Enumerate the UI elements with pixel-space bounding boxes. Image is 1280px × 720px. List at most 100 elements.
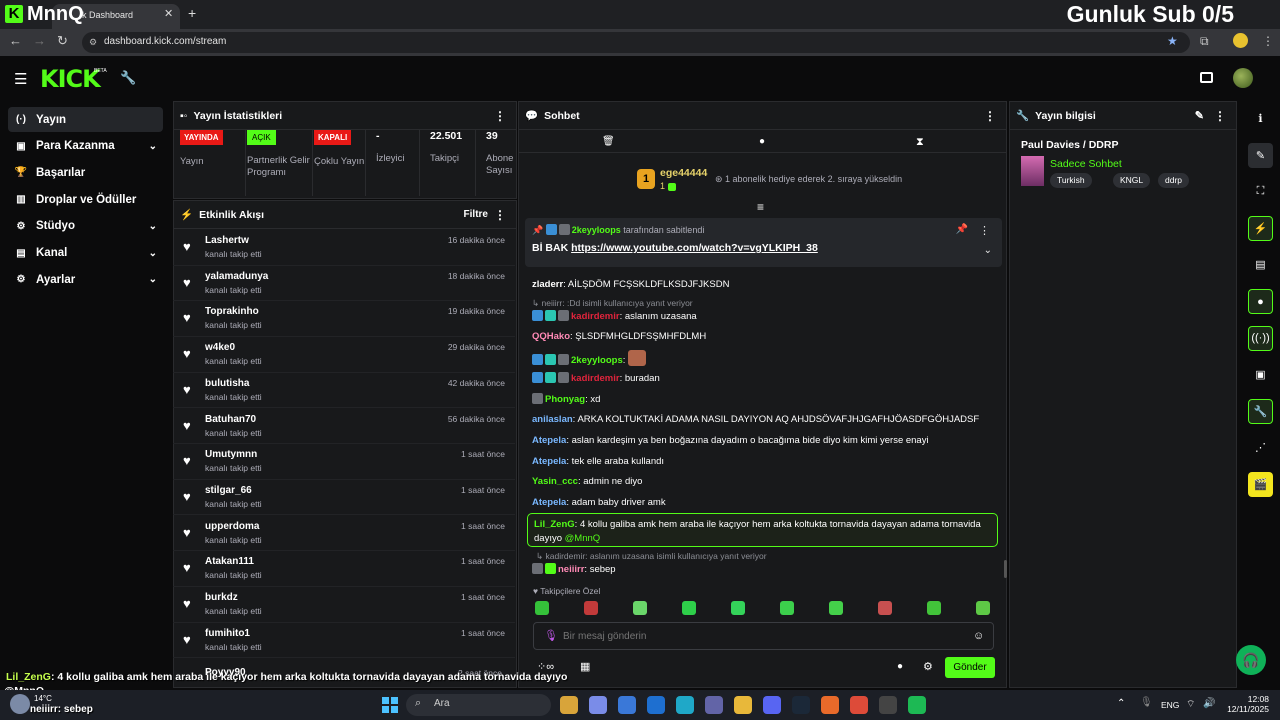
chat-bubble-icon[interactable]: ●: [759, 136, 765, 147]
close-tab-icon[interactable]: ✕: [164, 7, 173, 20]
emote-button[interactable]: [878, 601, 892, 615]
chat-message[interactable]: Atepela: tek elle araba kullandı: [532, 456, 664, 467]
nav-item-4[interactable]: ⚙ Stüdyo ⌄: [8, 214, 163, 239]
stream-info-more-icon[interactable]: ⋮: [1214, 109, 1226, 123]
discord-icon[interactable]: [763, 696, 781, 714]
expand-icon[interactable]: ⛶: [1248, 179, 1273, 204]
wrench-icon[interactable]: 🔧: [120, 70, 136, 86]
app-icon[interactable]: [821, 696, 839, 714]
store-icon[interactable]: ▦: [580, 660, 590, 673]
trash-icon[interactable]: 🗑: [602, 136, 615, 147]
profile-icon[interactable]: [1233, 33, 1248, 48]
taskbar-clock[interactable]: 12:08 12/11/2025: [1221, 694, 1269, 714]
chat-more-icon[interactable]: ⋮: [984, 109, 996, 123]
user-avatar[interactable]: [1233, 68, 1253, 88]
share-icon[interactable]: ⋰: [1248, 435, 1273, 460]
stream-tag[interactable]: Turkish: [1050, 173, 1092, 188]
steam-icon[interactable]: [792, 696, 810, 714]
extensions-icon[interactable]: ⧉: [1200, 34, 1209, 49]
stream-tag[interactable]: KNGL: [1113, 173, 1151, 188]
chevron-down-icon[interactable]: ⌄: [149, 274, 157, 285]
spotify-icon[interactable]: [908, 696, 926, 714]
chat-message[interactable]: Yasin_ccc: admin ne diyo: [532, 476, 642, 487]
chrome-icon[interactable]: [850, 696, 868, 714]
hourglass-icon[interactable]: ⧗: [916, 136, 924, 149]
browser-menu-icon[interactable]: ⋮: [1262, 34, 1274, 48]
edge-icon[interactable]: [676, 696, 694, 714]
address-bar[interactable]: ⚙ dashboard.kick.com/stream: [82, 32, 1190, 53]
gear-icon[interactable]: ⚙: [923, 660, 933, 673]
nav-item-0[interactable]: (·) Yayın: [8, 107, 163, 132]
forward-icon[interactable]: →: [33, 33, 46, 48]
stream-tag[interactable]: ddrp: [1158, 173, 1190, 188]
reload-icon[interactable]: ↻: [57, 33, 68, 49]
emote-button[interactable]: [976, 601, 990, 615]
activity-item[interactable]: ♥ Lashertw kanalı takip etti 16 dakika önce: [173, 230, 515, 266]
creator-dashboard-icon[interactable]: [1200, 72, 1213, 83]
weather-icon[interactable]: [10, 694, 30, 714]
activity-item[interactable]: ♥ stilgar_66 kanalı takip etti 1 saat önce: [173, 480, 515, 516]
activity-item[interactable]: ♥ burkdz kanalı takip etti 1 saat önce: [173, 587, 515, 623]
clapper-icon[interactable]: 🎬: [1248, 472, 1273, 497]
volume-icon[interactable]: 🔊: [1203, 698, 1215, 709]
expand-pinned-icon[interactable]: ⌄: [984, 245, 992, 256]
copilot-icon[interactable]: [589, 696, 607, 714]
emote-button[interactable]: [780, 601, 794, 615]
tray-chevron-icon[interactable]: ⌃: [1117, 698, 1125, 709]
taskbar-widget-icon[interactable]: [560, 696, 578, 714]
pinned-link[interactable]: https://www.youtube.com/watch?v=vgYLKIPH…: [571, 242, 818, 254]
nav-item-3[interactable]: ▥ Droplar ve Ödüller: [8, 187, 163, 212]
chat-message[interactable]: Phonyag: xd: [532, 393, 600, 405]
unpin-icon[interactable]: 📌: [956, 224, 968, 235]
info-icon[interactable]: ℹ: [1248, 106, 1273, 131]
nav-item-6[interactable]: ⚙ Ayarlar ⌄: [8, 267, 163, 292]
store-icon[interactable]: [618, 696, 636, 714]
chat-message[interactable]: Atepela: aslan kardeşim ya ben boğazına …: [532, 435, 929, 446]
chevron-down-icon[interactable]: ⌄: [149, 221, 157, 232]
tray-mic-icon[interactable]: 🎙: [1140, 697, 1153, 708]
activity-item[interactable]: ♥ upperdoma kanalı takip etti 1 saat önce: [173, 516, 515, 552]
chat-message[interactable]: 2keyyloops:: [532, 350, 647, 366]
chat-message[interactable]: kadirdemir: aslanım uzasana: [532, 310, 697, 322]
chat-toggle-icon[interactable]: ●: [1248, 289, 1273, 314]
support-chat-icon[interactable]: 🎧: [1236, 645, 1266, 675]
emote-button[interactable]: [584, 601, 598, 615]
edit-icon[interactable]: ✎: [1248, 142, 1273, 168]
activity-item[interactable]: ♥ Batuhan70 kanalı takip etti 56 dakika önc…: [173, 409, 515, 445]
windows-start-icon[interactable]: [382, 697, 398, 713]
teams-icon[interactable]: [705, 696, 723, 714]
nav-item-1[interactable]: ▣ Para Kazanma ⌄: [8, 134, 163, 159]
activity-more-icon[interactable]: ⋮: [494, 208, 506, 222]
category-name[interactable]: Sadece Sohbet: [1050, 158, 1122, 170]
emote-button[interactable]: [633, 601, 647, 615]
video-icon[interactable]: ▣: [1248, 362, 1273, 387]
outlook-icon[interactable]: [647, 696, 665, 714]
leader-name[interactable]: ege44444: [660, 167, 707, 179]
obs-icon[interactable]: [879, 696, 897, 714]
kick-logo[interactable]: KICK: [40, 65, 101, 93]
edit-pencil-icon[interactable]: ✎: [1195, 109, 1204, 122]
explorer-icon[interactable]: [734, 696, 752, 714]
bookmark-star-icon[interactable]: ★: [1167, 34, 1178, 48]
new-tab-icon[interactable]: +: [188, 5, 196, 21]
notes-icon[interactable]: ▤: [1248, 252, 1273, 277]
activity-item[interactable]: ♥ fumihito1 kanalı takip etti 1 saat önce: [173, 623, 515, 659]
emote-button[interactable]: [829, 601, 843, 615]
emote-button[interactable]: [535, 601, 549, 615]
mention-message[interactable]: Lil_ZenG: 4 kollu galiba amk hem araba i…: [527, 513, 998, 547]
nav-item-5[interactable]: ▤ Kanal ⌄: [8, 241, 163, 266]
chat-settings-bubble-icon[interactable]: ●: [897, 661, 903, 672]
broadcast-toggle-icon[interactable]: ((·)): [1248, 325, 1273, 351]
emote-button[interactable]: [682, 601, 696, 615]
chat-message[interactable]: zladerr: AİLŞDÖM FCŞSKLDFLKSDJFJKSDN: [532, 279, 729, 290]
emote-button[interactable]: [731, 601, 745, 615]
filter-button[interactable]: Filtre: [464, 209, 488, 220]
input-language[interactable]: ENG: [1161, 700, 1179, 710]
chevron-down-icon[interactable]: ⌄: [149, 248, 157, 259]
send-button[interactable]: Gönder: [945, 657, 995, 678]
quick-action-icon[interactable]: ⚡: [1248, 215, 1273, 241]
microphone-icon[interactable]: 🎙: [544, 629, 558, 642]
emoji-picker-icon[interactable]: ☺: [973, 630, 984, 642]
chat-message[interactable]: neiiirr: sebep: [532, 563, 616, 575]
activity-item[interactable]: ♥ Umutymnn kanalı takip etti 1 saat önce: [173, 444, 515, 480]
